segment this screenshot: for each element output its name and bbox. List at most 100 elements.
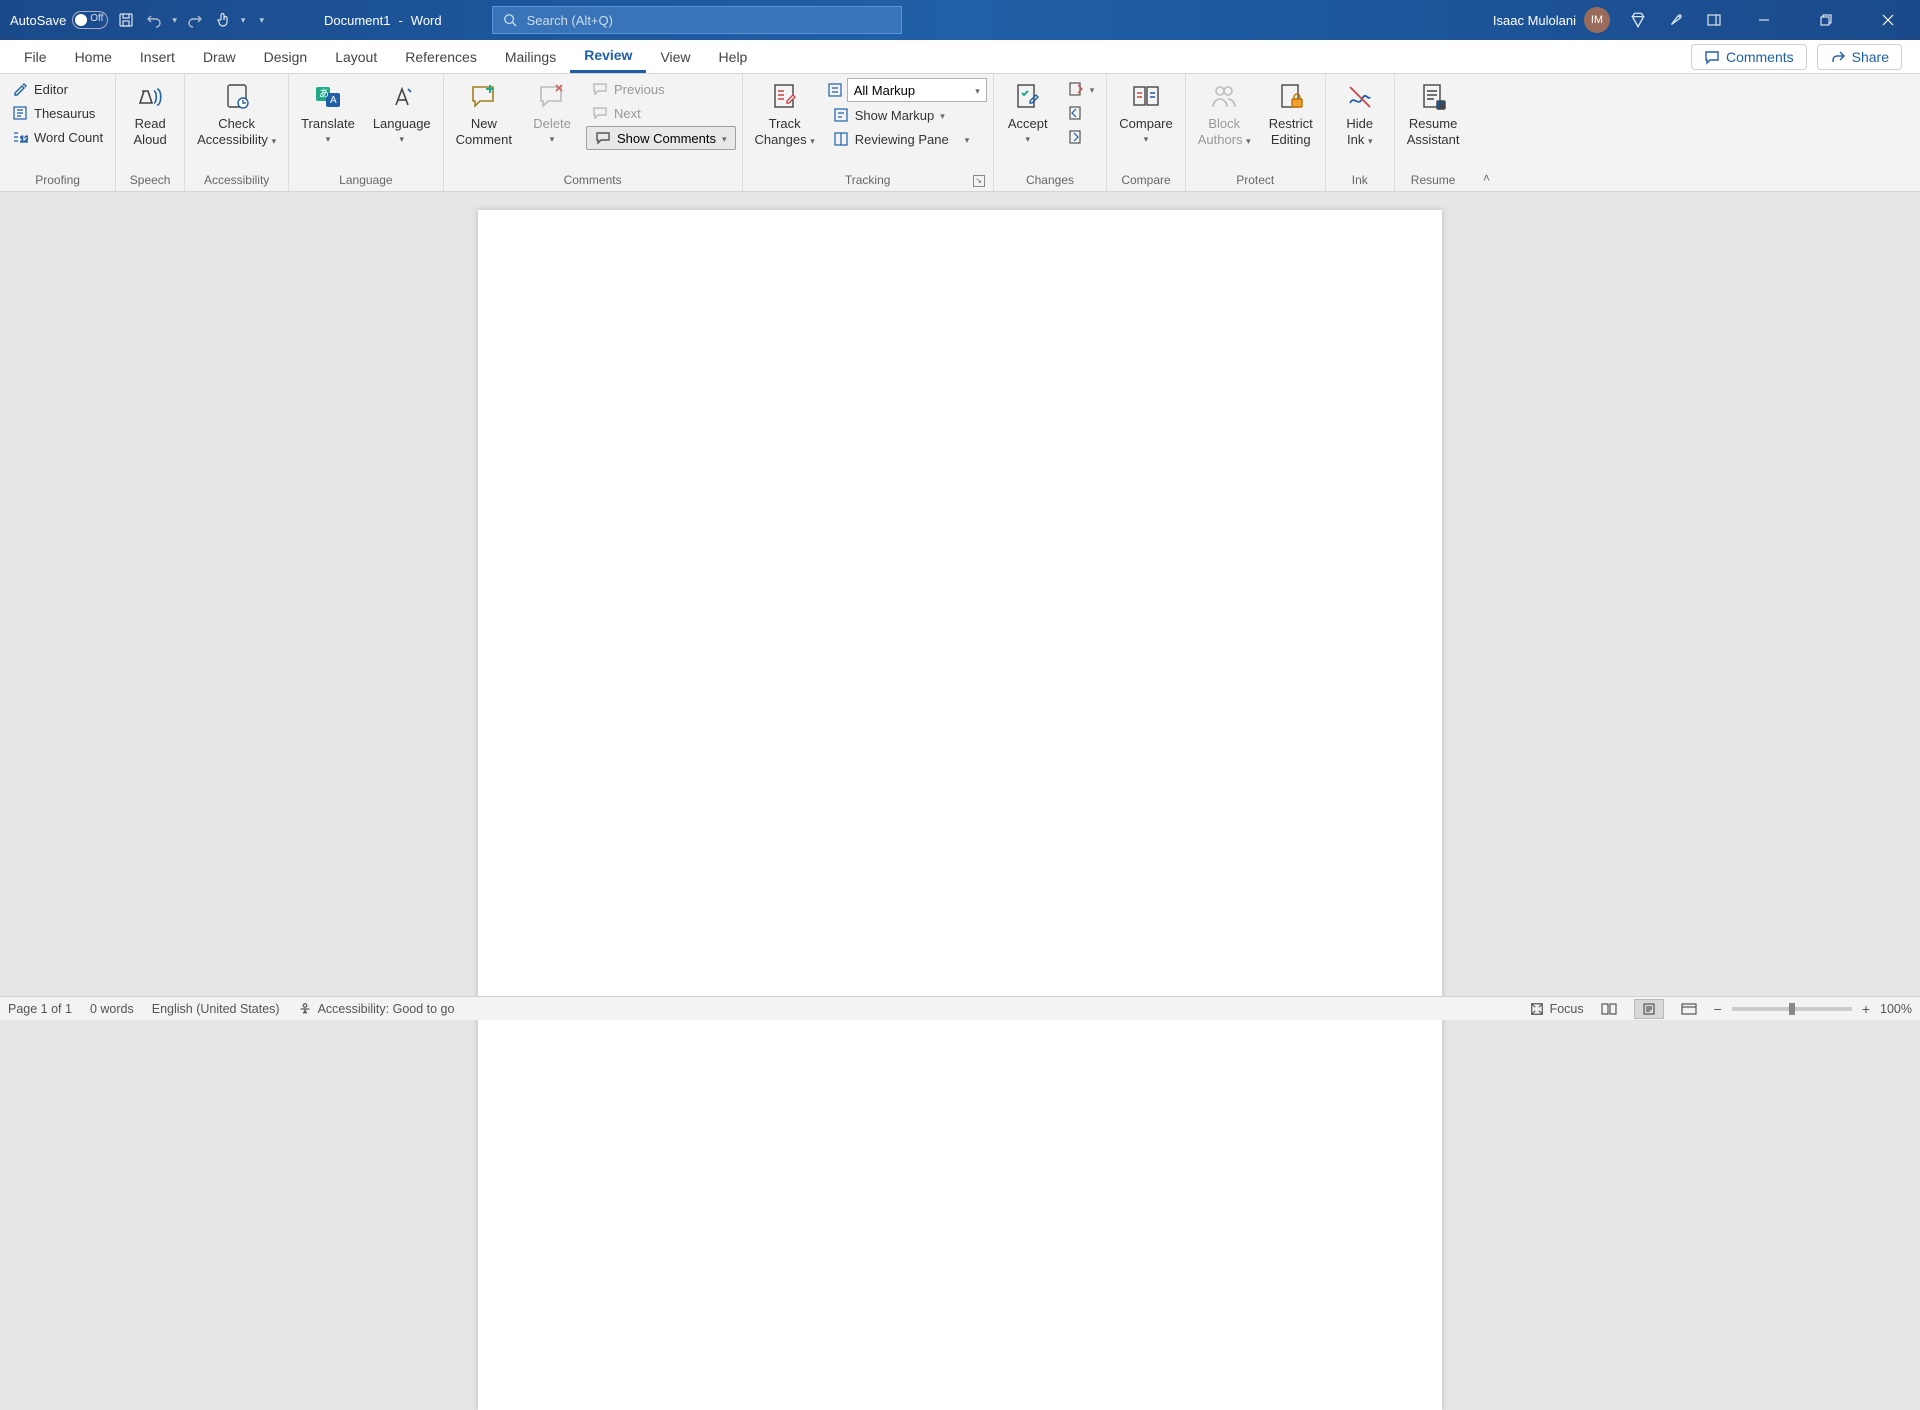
maximize-button[interactable] <box>1804 0 1848 40</box>
search-placeholder: Search (Alt+Q) <box>527 13 613 28</box>
thesaurus-button[interactable]: Thesaurus <box>6 102 109 124</box>
chevron-down-icon: ▾ <box>326 134 331 145</box>
tab-insert[interactable]: Insert <box>126 40 189 73</box>
undo-dropdown-icon[interactable]: ▾ <box>172 15 177 26</box>
check-accessibility-button[interactable]: Check Accessibility ▾ <box>191 78 282 149</box>
new-comment-button[interactable]: New Comment <box>450 78 518 149</box>
group-label-protect: Protect <box>1192 171 1319 191</box>
reviewing-pane-button[interactable]: Reviewing Pane ▾ <box>827 128 987 150</box>
group-compare: Compare ▾ Compare <box>1107 74 1185 191</box>
tab-draw[interactable]: Draw <box>189 40 250 73</box>
reject-button[interactable]: ▾ <box>1062 78 1101 100</box>
save-icon[interactable] <box>116 10 136 30</box>
tab-view[interactable]: View <box>646 40 704 73</box>
ribbon: Editor Thesaurus 123 Word Count Proofing… <box>0 74 1920 192</box>
display-for-review-combo[interactable]: All Markup ▾ <box>847 78 987 102</box>
chevron-down-icon: ▾ <box>940 111 945 122</box>
next-comment-button[interactable]: Next <box>586 102 736 124</box>
language-button[interactable]: Language ▾ <box>367 78 437 146</box>
touch-mode-icon[interactable] <box>213 10 233 30</box>
read-mode-button[interactable] <box>1594 999 1624 1019</box>
restrict-editing-icon <box>1274 80 1308 114</box>
show-comments-button[interactable]: Show Comments ▾ <box>586 126 736 150</box>
customize-qat-icon[interactable]: ▾ <box>259 15 264 26</box>
tab-design[interactable]: Design <box>250 40 322 73</box>
editor-button[interactable]: Editor <box>6 78 109 100</box>
group-protect: Block Authors ▾ Restrict Editing Protect <box>1186 74 1326 191</box>
next-change-icon <box>1068 129 1084 145</box>
zoom-percent[interactable]: 100% <box>1880 1002 1912 1016</box>
status-words[interactable]: 0 words <box>90 1002 134 1016</box>
tab-home[interactable]: Home <box>61 40 126 73</box>
delete-comment-button[interactable]: Delete ▾ <box>524 78 580 146</box>
document-title: Document1 - Word <box>324 13 442 28</box>
title-separator: - <box>398 13 402 28</box>
block-authors-icon <box>1207 80 1241 114</box>
next-change-button[interactable] <box>1062 126 1101 148</box>
group-label-resume: Resume <box>1401 171 1466 191</box>
restrict-editing-button[interactable]: Restrict Editing <box>1263 78 1319 149</box>
resume-assistant-button[interactable]: in Resume Assistant <box>1401 78 1466 149</box>
tab-references[interactable]: References <box>391 40 491 73</box>
group-label-proofing: Proofing <box>6 171 109 191</box>
tab-file[interactable]: File <box>10 40 61 73</box>
doc-name: Document1 <box>324 13 390 28</box>
compare-button[interactable]: Compare ▾ <box>1113 78 1178 146</box>
translate-button[interactable]: あA Translate ▾ <box>295 78 361 146</box>
document-page[interactable] <box>478 210 1442 1410</box>
minimize-button[interactable] <box>1742 0 1786 40</box>
tab-layout[interactable]: Layout <box>321 40 391 73</box>
tracking-dialog-launcher[interactable]: ↘ <box>973 175 985 187</box>
collapse-ribbon-icon[interactable]: ˄ <box>1483 171 1490 185</box>
share-button[interactable]: Share <box>1817 44 1902 70</box>
ribbon-display-icon[interactable] <box>1704 10 1724 30</box>
chevron-down-icon: ▾ <box>1144 134 1149 145</box>
tabs-right: Comments Share <box>1691 40 1920 73</box>
status-page[interactable]: Page 1 of 1 <box>8 1002 72 1016</box>
search-input[interactable]: Search (Alt+Q) <box>492 6 902 34</box>
language-icon <box>385 80 419 114</box>
reject-icon <box>1068 81 1084 97</box>
accept-button[interactable]: Accept ▾ <box>1000 78 1056 146</box>
group-label-comments: Comments <box>450 171 736 191</box>
zoom-out-button[interactable]: − <box>1714 1001 1722 1017</box>
comments-button[interactable]: Comments <box>1691 44 1807 70</box>
track-changes-icon <box>768 80 802 114</box>
focus-mode-button[interactable]: Focus <box>1530 1002 1584 1016</box>
autosave-toggle[interactable]: AutoSave Off <box>10 11 108 29</box>
tab-review[interactable]: Review <box>570 40 646 73</box>
previous-comment-button[interactable]: Previous <box>586 78 736 100</box>
coming-soon-icon[interactable] <box>1666 10 1686 30</box>
markup-icon <box>827 82 843 98</box>
zoom-slider[interactable] <box>1732 1007 1852 1011</box>
group-changes: Accept ▾ ▾ Changes <box>994 74 1108 191</box>
group-accessibility: Check Accessibility ▾ Accessibility <box>185 74 289 191</box>
tab-help[interactable]: Help <box>705 40 762 73</box>
undo-icon[interactable] <box>144 10 164 30</box>
zoom-in-button[interactable]: + <box>1862 1001 1870 1017</box>
block-authors-button[interactable]: Block Authors ▾ <box>1192 78 1257 149</box>
user-account-button[interactable]: Isaac Mulolani IM <box>1493 7 1610 33</box>
read-aloud-button[interactable]: Read Aloud <box>122 78 178 149</box>
hide-ink-button[interactable]: Hide Ink ▾ <box>1332 78 1388 149</box>
word-count-button[interactable]: 123 Word Count <box>6 126 109 148</box>
group-proofing: Editor Thesaurus 123 Word Count Proofing <box>0 74 116 191</box>
word-count-icon: 123 <box>12 129 28 145</box>
autosave-off-label: Off <box>90 13 103 24</box>
new-comment-icon <box>467 80 501 114</box>
status-accessibility[interactable]: Accessibility: Good to go <box>298 1002 455 1016</box>
diamond-icon[interactable] <box>1628 10 1648 30</box>
status-language[interactable]: English (United States) <box>152 1002 280 1016</box>
tab-mailings[interactable]: Mailings <box>491 40 570 73</box>
print-layout-button[interactable] <box>1634 999 1664 1019</box>
document-viewport[interactable] <box>0 192 1920 996</box>
redo-icon[interactable] <box>185 10 205 30</box>
touch-dropdown-icon[interactable]: ▾ <box>241 15 246 26</box>
close-button[interactable] <box>1866 0 1910 40</box>
read-aloud-icon <box>133 80 167 114</box>
track-changes-button[interactable]: Track Changes ▾ <box>749 78 821 149</box>
web-layout-button[interactable] <box>1674 999 1704 1019</box>
show-markup-button[interactable]: Show Markup ▾ <box>827 104 987 126</box>
previous-change-button[interactable] <box>1062 102 1101 124</box>
chevron-down-icon: ▾ <box>272 136 277 146</box>
